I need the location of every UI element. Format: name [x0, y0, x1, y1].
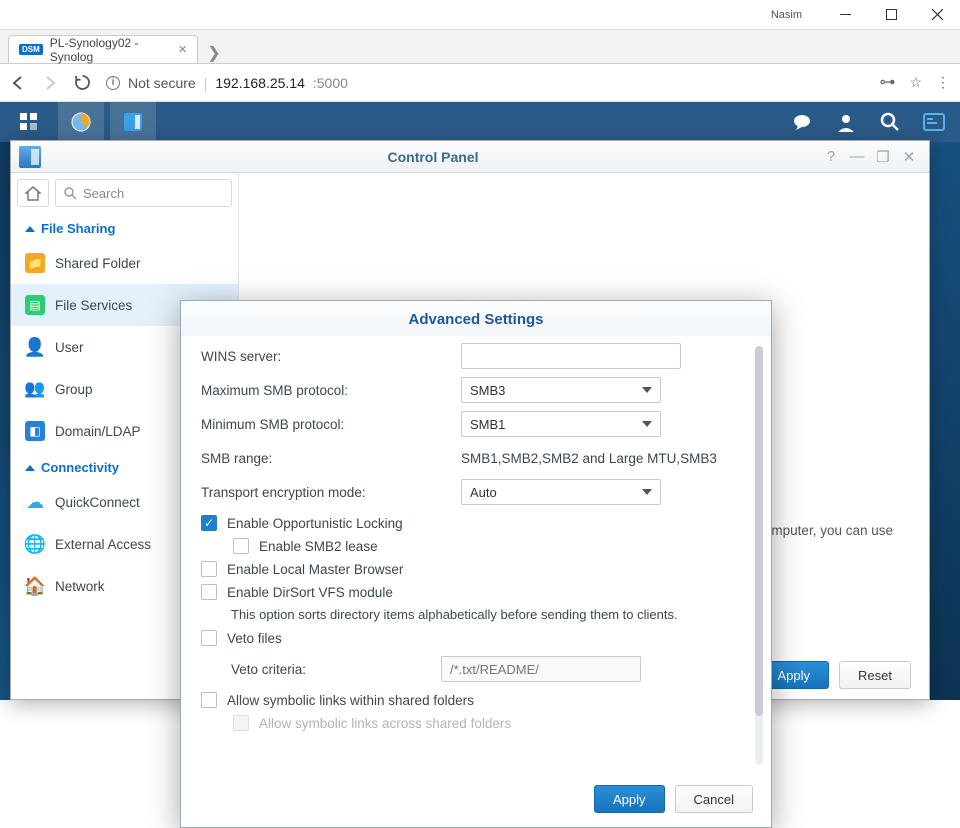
chevron-up-icon [25, 226, 35, 232]
url-port: :5000 [313, 75, 348, 91]
dsm-search-icon[interactable] [870, 102, 910, 142]
local-master-label: Enable Local Master Browser [227, 562, 403, 577]
cp-help-button[interactable]: ? [819, 145, 843, 169]
cp-reset-button[interactable]: Reset [839, 661, 911, 689]
modal-scrollbar[interactable] [755, 346, 763, 765]
control-panel-title: Control Panel [49, 149, 817, 165]
windows-titlebar: Nasim [0, 0, 960, 30]
nav-forward-button[interactable] [42, 75, 60, 91]
not-secure-icon: i [106, 76, 120, 90]
veto-checkbox[interactable] [201, 630, 217, 646]
symlinks-within-checkbox[interactable] [201, 692, 217, 708]
smb2-lease-checkbox[interactable] [233, 538, 249, 554]
oplock-label: Enable Opportunistic Locking [227, 516, 403, 531]
content-hint-text: mputer, you can use [771, 523, 893, 538]
windows-user: Nasim [771, 9, 802, 21]
dirsort-help-text: This option sorts directory items alphab… [231, 607, 749, 622]
dsm-widgets-icon[interactable] [914, 102, 954, 142]
min-smb-select[interactable]: SMB1 [461, 411, 661, 437]
modal-apply-button[interactable]: Apply [594, 785, 665, 813]
window-close-button[interactable] [914, 0, 960, 30]
tab-close-icon[interactable]: × [178, 41, 187, 58]
cp-home-button[interactable] [17, 179, 49, 207]
url-host: 192.168.25.14 [215, 75, 305, 91]
label-transport: Transport encryption mode: [201, 485, 461, 500]
symlinks-across-checkbox [233, 715, 249, 731]
cp-search-input[interactable]: Search [55, 179, 232, 207]
dsm-taskbar-controlpanel-icon[interactable] [110, 102, 156, 142]
domain-icon: ◧ [25, 421, 45, 441]
cloud-icon: ☁ [25, 492, 45, 512]
control-panel-icon [19, 146, 41, 168]
user-icon: 👤 [25, 337, 45, 357]
browser-toolbar: i Not secure | 192.168.25.14:5000 ⊶ ☆ ⋮ [0, 64, 960, 102]
chevron-up-icon [25, 465, 35, 471]
browser-tabbar: DSM PL-Synology02 - Synolog × ❯ [0, 30, 960, 64]
transport-mode-select[interactable]: Auto [461, 479, 661, 505]
nav-shared-folder[interactable]: 📁 Shared Folder [11, 242, 238, 284]
modal-title: Advanced Settings [181, 301, 771, 336]
smb2-lease-label: Enable SMB2 lease [259, 539, 378, 554]
not-secure-text: Not secure [128, 75, 196, 91]
cp-maximize-button[interactable]: ❐ [871, 145, 895, 169]
network-icon: 🏠 [25, 576, 45, 596]
cp-close-button[interactable]: ✕ [897, 145, 921, 169]
chevron-down-icon [642, 387, 652, 393]
bookmark-star-icon[interactable]: ☆ [909, 74, 922, 91]
dsm-taskbar-storage-icon[interactable] [58, 102, 104, 142]
tab-title: PL-Synology02 - Synolog [50, 36, 171, 64]
section-file-sharing[interactable]: File Sharing [11, 213, 238, 242]
group-icon: 👥 [25, 379, 45, 399]
local-master-checkbox[interactable] [201, 561, 217, 577]
reload-button[interactable] [74, 74, 92, 91]
browser-tab[interactable]: DSM PL-Synology02 - Synolog × [8, 35, 198, 63]
new-tab-button[interactable]: ❯ [202, 43, 226, 63]
smb-range-value: SMB1,SMB2,SMB2 and Large MTU,SMB3 [461, 451, 717, 466]
dsm-desktop: Control Panel ? — ❐ ✕ Search [0, 142, 960, 700]
advanced-settings-modal: Advanced Settings WINS server: Maximum S… [180, 300, 772, 828]
dsm-topbar [0, 102, 960, 142]
symlinks-within-label: Allow symbolic links within shared folde… [227, 693, 474, 708]
max-smb-select[interactable]: SMB3 [461, 377, 661, 403]
dsm-dashboard-icon[interactable] [6, 102, 52, 142]
symlinks-across-label: Allow symbolic links across shared folde… [259, 716, 511, 731]
dsm-favicon: DSM [19, 44, 43, 55]
scrollbar-thumb[interactable] [755, 346, 763, 716]
veto-criteria-input [441, 656, 641, 682]
dsm-chat-icon[interactable] [782, 102, 822, 142]
label-wins: WINS server: [201, 349, 461, 364]
window-minimize-button[interactable] [822, 0, 868, 30]
wins-server-input[interactable] [461, 343, 681, 369]
dsm-user-icon[interactable] [826, 102, 866, 142]
dirsort-label: Enable DirSort VFS module [227, 585, 393, 600]
search-placeholder: Search [83, 186, 124, 201]
chevron-down-icon [642, 421, 652, 427]
search-icon [64, 187, 77, 200]
veto-label: Veto files [227, 631, 282, 646]
chevron-down-icon [642, 489, 652, 495]
label-max-smb: Maximum SMB protocol: [201, 383, 461, 398]
file-services-icon: ▤ [25, 295, 45, 315]
window-maximize-button[interactable] [868, 0, 914, 30]
browser-menu-icon[interactable]: ⋮ [936, 74, 950, 91]
control-panel-titlebar[interactable]: Control Panel ? — ❐ ✕ [11, 141, 929, 173]
label-veto-criteria: Veto criteria: [231, 662, 441, 677]
globe-icon: 🌐 [25, 534, 45, 554]
modal-cancel-button[interactable]: Cancel [675, 785, 753, 813]
folder-icon: 📁 [25, 253, 45, 273]
oplock-checkbox[interactable]: ✓ [201, 515, 217, 531]
dirsort-checkbox[interactable] [201, 584, 217, 600]
cp-minimize-button[interactable]: — [845, 145, 869, 169]
label-min-smb: Minimum SMB protocol: [201, 417, 461, 432]
password-key-icon[interactable]: ⊶ [879, 72, 895, 92]
url-bar[interactable]: i Not secure | 192.168.25.14:5000 [106, 75, 865, 91]
label-smb-range: SMB range: [201, 451, 461, 466]
nav-back-button[interactable] [10, 75, 28, 91]
